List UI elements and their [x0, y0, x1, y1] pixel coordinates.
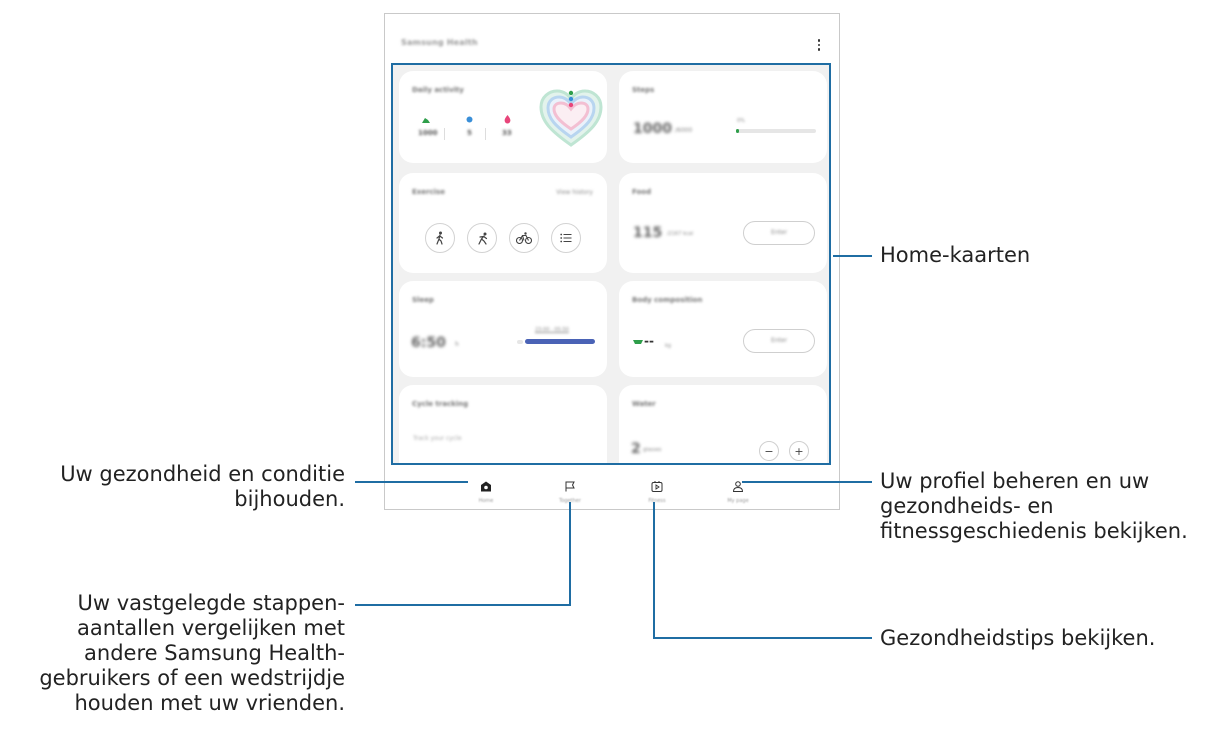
water-big-value: 2 [631, 441, 641, 457]
home-cards-area: Daily activity 1000 5 33 Steps 1000 /600… [391, 63, 831, 465]
food-card[interactable]: Food 115 /2167 kcal Enter [619, 173, 827, 273]
annotation-line: Uw vastgelegde stappen- [77, 591, 345, 615]
sleep-big-value: 6:50 [411, 335, 446, 351]
clock-icon [466, 116, 473, 123]
annotation-my-page-tab: Uw profiel beheren en uw gezondheids- en… [880, 469, 1188, 544]
walking-button[interactable] [425, 223, 455, 253]
running-icon [477, 232, 487, 245]
annotation-home-cards: Home-kaarten [880, 243, 1031, 267]
callout-line-home-tab [355, 481, 468, 483]
water-plus-button[interactable]: + [789, 441, 809, 461]
card-title: Cycle tracking [412, 400, 469, 408]
annotation-fitness-tab: Gezondheidstips bekijken. [880, 626, 1156, 650]
tab-fitness[interactable]: Fitness [632, 477, 682, 504]
button-label: Enter [770, 229, 788, 236]
steps-card[interactable]: Steps 1000 /6000 0% [619, 71, 827, 163]
annotation-line: houden met uw vrienden. [74, 691, 345, 715]
food-big-value: 115 [633, 225, 663, 241]
annotation-home-tab: Uw gezondheid en conditie bijhouden. [30, 462, 345, 512]
calories-value: 33 [502, 129, 512, 137]
body-composition-card[interactable]: Body composition -- kg Enter [619, 281, 827, 377]
steps-goal: /6000 [675, 127, 693, 134]
annotation-line: gebruikers of een wedstrijdje [39, 666, 345, 690]
tab-together[interactable]: Together [545, 477, 595, 504]
annotation-line: bijhouden. [234, 487, 345, 511]
callout-line-my-page-tab [742, 481, 872, 483]
divider [444, 128, 445, 140]
flag-icon [565, 481, 575, 492]
fitness-icon [651, 481, 663, 492]
callout-line-home-cards [833, 255, 872, 257]
tab-label: My page [727, 498, 749, 504]
annotation-line: aantallen vergelijken met [76, 616, 345, 640]
exercise-card[interactable]: Exercise View history [399, 173, 607, 273]
cycle-tracking-subtitle: Track your cycle [413, 435, 462, 442]
card-title: Body composition [632, 296, 703, 304]
annotation-line: andere Samsung Health- [84, 641, 345, 665]
steps-percent: 0% [737, 118, 745, 124]
tab-label: Home [478, 498, 494, 504]
callout-line-together-vertical [569, 502, 571, 606]
callout-line-fitness-vertical [653, 502, 655, 639]
view-history-link[interactable]: View history [556, 189, 593, 196]
more-options-icon[interactable] [817, 39, 821, 53]
body-composition-enter-button[interactable]: Enter [743, 329, 815, 353]
divider [485, 128, 486, 140]
card-title: Steps [632, 86, 655, 94]
card-title: Exercise [412, 188, 445, 196]
cycling-icon [516, 232, 532, 244]
running-button[interactable] [467, 223, 497, 253]
bottom-navigation: Home Together Fitness My page [385, 471, 839, 509]
steps-value: 1000 [418, 129, 438, 137]
callout-line-fitness-horizontal [653, 637, 872, 639]
body-composition-unit: kg [665, 343, 672, 349]
food-enter-button[interactable]: Enter [743, 221, 815, 245]
water-minus-button[interactable]: − [759, 441, 779, 461]
water-card[interactable]: Water 2 glasses − + [619, 385, 827, 463]
body-composition-value: -- [644, 334, 654, 348]
food-goal: /2167 kcal [667, 231, 694, 237]
sleep-unit: h [455, 341, 459, 348]
card-title: Daily activity [412, 86, 464, 94]
sleep-card[interactable]: Sleep 6:50 h 23:00 - 05:50 [399, 281, 607, 377]
walking-icon [436, 231, 444, 245]
sleep-bar [525, 339, 595, 344]
shoe-icon [422, 118, 430, 123]
card-title: Sleep [412, 296, 434, 304]
annotation-line: Uw gezondheid en conditie [60, 462, 345, 486]
annotation-line: Uw profiel beheren en uw [880, 469, 1150, 493]
sleep-bar-track [517, 340, 523, 344]
cycling-button[interactable] [509, 223, 539, 253]
callout-line-together-horizontal [355, 604, 571, 606]
home-icon [481, 481, 491, 492]
annotation-together-tab: Uw vastgelegde stappen- aantallen vergel… [0, 591, 345, 716]
steps-big-value: 1000 [633, 121, 672, 137]
steps-progress-fill [736, 129, 739, 133]
card-title: Food [632, 188, 652, 196]
tab-label: Fitness [648, 498, 666, 504]
steps-progress-track [736, 129, 816, 133]
body-composition-icon [633, 340, 643, 344]
activity-heart-rings-icon [539, 89, 603, 147]
water-unit: glasses [643, 447, 662, 453]
daily-activity-card[interactable]: Daily activity 1000 5 33 [399, 71, 607, 163]
list-icon [560, 233, 572, 243]
flame-icon [504, 115, 511, 124]
minutes-value: 5 [467, 129, 472, 137]
tab-home[interactable]: Home [461, 477, 511, 504]
app-title: Samsung Health [401, 38, 478, 47]
annotation-line: fitnessgeschiedenis bekijken. [880, 519, 1188, 543]
app-screen: Samsung Health Daily activity 1000 5 33 [384, 13, 840, 510]
exercise-list-button[interactable] [551, 223, 581, 253]
card-title: Water [632, 400, 656, 408]
sleep-range: 23:00 - 05:50 [535, 327, 569, 333]
button-label: Enter [770, 337, 788, 344]
cycle-tracking-card[interactable]: Cycle tracking Track your cycle [399, 385, 607, 463]
annotation-line: gezondheids- en [880, 494, 1054, 518]
app-bar: Samsung Health [385, 14, 839, 64]
